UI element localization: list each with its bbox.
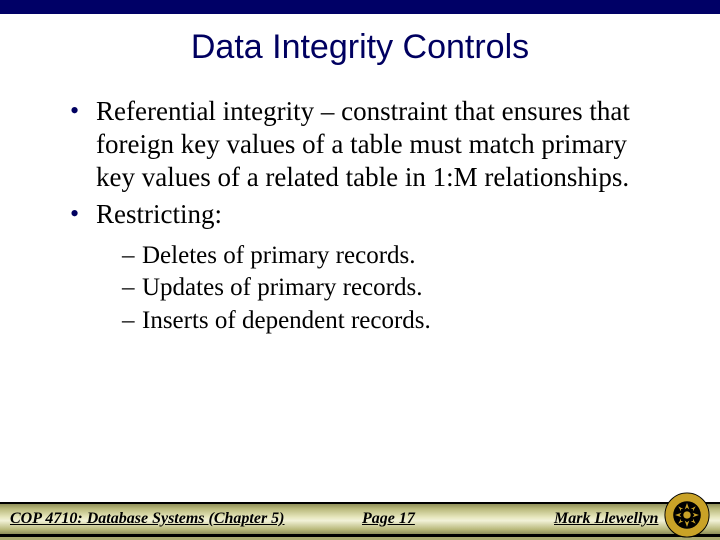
footer-bar: COP 4710: Database Systems (Chapter 5) P… — [0, 502, 720, 536]
slide: Data Integrity Controls Referential inte… — [0, 0, 720, 540]
sub-bullet-text: Inserts of dependent records. — [142, 307, 431, 334]
bullet-item: Referential integrity – constraint that … — [66, 95, 666, 194]
footer-author: Mark Llewellyn — [554, 510, 658, 528]
sub-bullet-item: Inserts of dependent records. — [122, 306, 666, 337]
footer-underline — [0, 536, 720, 540]
bullet-text: Referential integrity – constraint that … — [96, 96, 630, 192]
sub-bullet-item: Updates of primary records. — [122, 273, 666, 304]
footer: COP 4710: Database Systems (Chapter 5) P… — [0, 502, 720, 540]
sub-bullet-text: Updates of primary records. — [142, 274, 422, 301]
top-bar — [0, 0, 720, 14]
footer-course: COP 4710: Database Systems (Chapter 5) — [10, 510, 285, 528]
sub-bullet-item: Deletes of primary records. — [122, 241, 666, 272]
sub-bullet-list: Deletes of primary records. Updates of p… — [96, 241, 666, 337]
footer-page: Page 17 — [362, 510, 415, 528]
bullet-text: Restricting: — [96, 199, 222, 229]
bullet-item: Restricting: Deletes of primary records.… — [66, 198, 666, 336]
ucf-logo-icon — [664, 492, 710, 538]
sub-bullet-text: Deletes of primary records. — [142, 242, 416, 269]
bullet-list: Referential integrity – constraint that … — [66, 95, 666, 336]
slide-body: Referential integrity – constraint that … — [0, 95, 720, 336]
slide-title: Data Integrity Controls — [0, 28, 720, 67]
